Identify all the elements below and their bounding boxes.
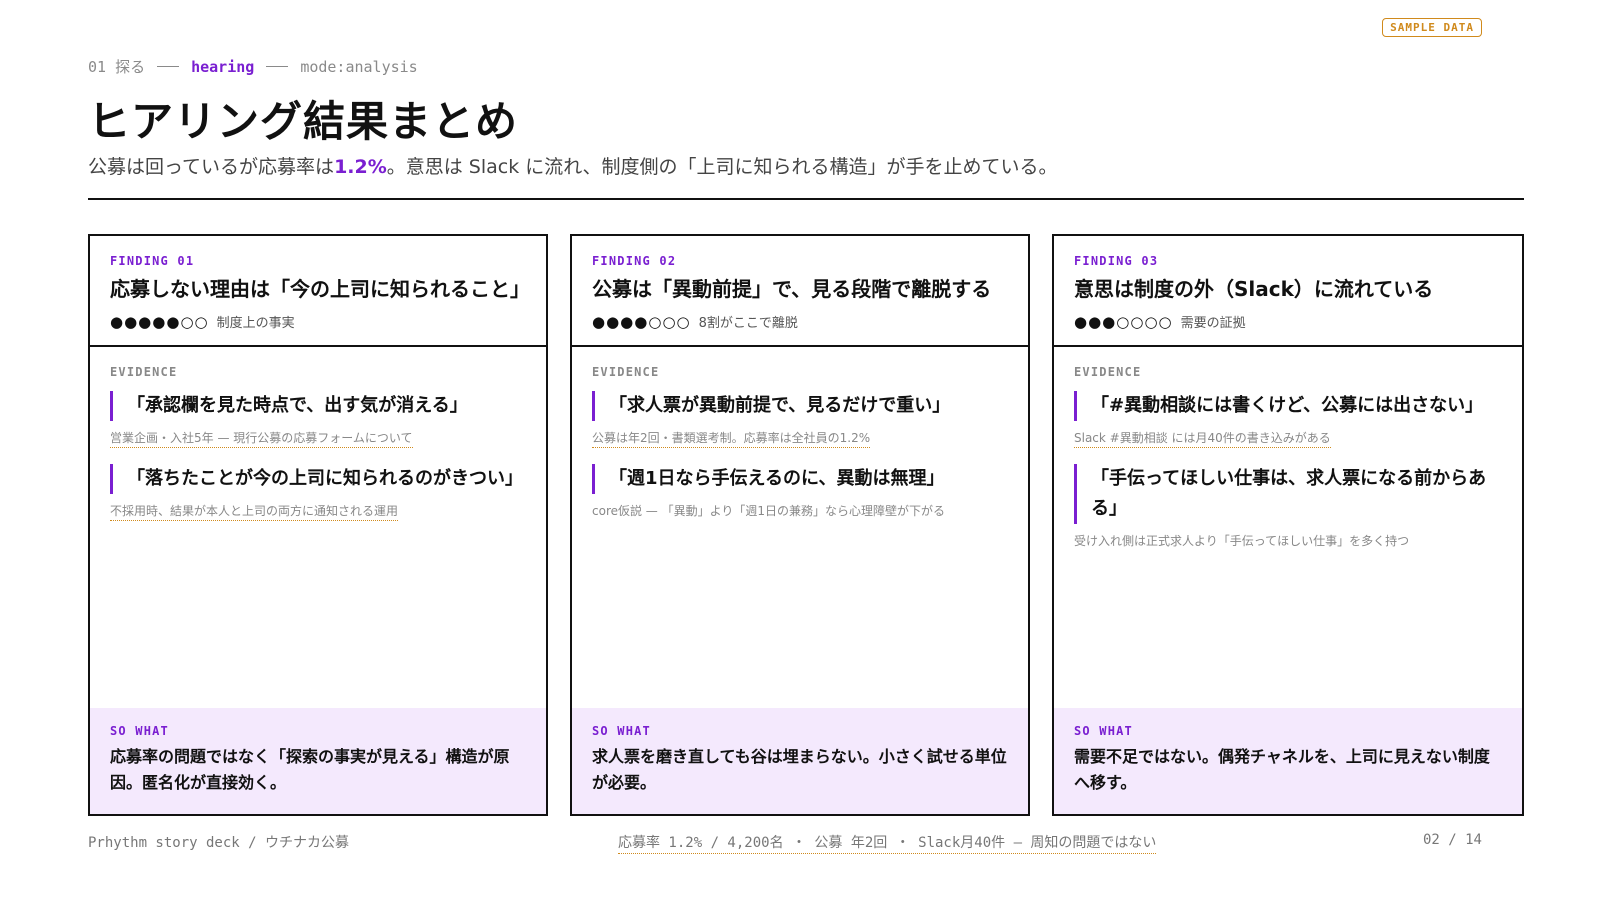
evidence-item: 「承認欄を見た時点で、出す気が消える」 営業企画・入社5年 — 現行公募の応募フ…: [110, 391, 526, 448]
finding-title: 公募は「異動前提」で、見る段階で離脱する: [592, 277, 992, 301]
title-divider: [88, 198, 1524, 200]
breadcrumb-mode: mode:analysis: [300, 57, 418, 76]
lead-text: 公募は回っているが応募率は: [88, 156, 335, 178]
evidence-source[interactable]: 営業企画・入社5年 — 現行公募の応募フォームについて: [110, 429, 413, 448]
finding-header: FINDING 03 意思は制度の外（Slack）に流れている ●●●○○○○ …: [1054, 236, 1522, 347]
finding-header: FINDING 01 応募しない理由は「今の上司に知られること」 ●●●●●○○…: [90, 236, 546, 347]
sample-data-badge: SAMPLE DATA: [1382, 18, 1482, 37]
so-what-label: SO WHAT: [110, 724, 169, 738]
finding-header: FINDING 02 公募は「異動前提」で、見る段階で離脱する ●●●●○○○ …: [572, 236, 1028, 347]
so-what-text: 求人票を磨き直しても谷は埋まらない。小さく試せる単位が必要。: [592, 747, 1007, 792]
evidence-source[interactable]: Slack #異動相談 には月40件の書き込みがある: [1074, 429, 1331, 448]
evidence-label: EVIDENCE: [1074, 365, 1142, 379]
confidence-dots: ●●●○○○○: [1074, 312, 1173, 331]
finding-card: FINDING 03 意思は制度の外（Slack）に流れている ●●●○○○○ …: [1052, 234, 1524, 816]
lead-text: 。意思は Slack に流れ、制度側の「上司に知られる構造」が手を止めている。: [386, 156, 1058, 178]
evidence-label: EVIDENCE: [110, 365, 178, 379]
breadcrumb-step: 01 探る: [88, 58, 146, 76]
footer-summary[interactable]: 応募率 1.2% / 4,200名 ・ 公募 年2回 ・ Slack月40件 —…: [618, 832, 1157, 854]
evidence-label: EVIDENCE: [592, 365, 660, 379]
so-what-section: SO WHAT 求人票を磨き直しても谷は埋まらない。小さく試せる単位が必要。: [572, 708, 1028, 814]
finding-title: 応募しない理由は「今の上司に知られること」: [110, 277, 530, 301]
finding-kicker: FINDING 03: [1074, 254, 1159, 268]
finding-card: FINDING 02 公募は「異動前提」で、見る段階で離脱する ●●●●○○○ …: [570, 234, 1030, 816]
finding-title: 意思は制度の外（Slack）に流れている: [1074, 277, 1434, 301]
confidence-rating: ●●●●●○○ 制度上の事実: [110, 312, 526, 332]
evidence-quote: 「落ちたことが今の上司に知られるのがきつい」: [110, 464, 526, 494]
lead-highlight: 1.2%: [334, 156, 387, 178]
confidence-dots: ●●●●●○○: [110, 312, 209, 331]
finding-kicker: FINDING 02: [592, 254, 677, 268]
page-title: ヒアリング結果まとめ: [88, 97, 519, 146]
finding-kicker: FINDING 01: [110, 254, 195, 268]
evidence-source: 受け入れ側は正式求人より「手伝ってほしい仕事」を多く持つ: [1074, 534, 1410, 548]
confidence-label: 需要の証拠: [1180, 316, 1246, 331]
evidence-item: 「週1日なら手伝えるのに、異動は無理」 core仮説 — 「異動」より「週1日の…: [592, 464, 1008, 519]
so-what-label: SO WHAT: [592, 724, 651, 738]
breadcrumb: 01 探る hearing mode:analysis: [88, 56, 418, 77]
so-what-section: SO WHAT 応募率の問題ではなく「探索の事実が見える」構造が原因。匿名化が直…: [90, 708, 546, 814]
evidence-item: 「手伝ってほしい仕事は、求人票になる前からある」 受け入れ側は正式求人より「手伝…: [1074, 464, 1502, 549]
evidence-section: EVIDENCE 「#異動相談には書くけど、公募には出さない」 Slack #異…: [1054, 347, 1522, 708]
confidence-dots: ●●●●○○○: [592, 312, 691, 331]
so-what-text: 応募率の問題ではなく「探索の事実が見える」構造が原因。匿名化が直接効く。: [110, 747, 510, 792]
page-lead: 公募は回っているが応募率は1.2%。意思は Slack に流れ、制度側の「上司に…: [88, 152, 1057, 179]
evidence-quote: 「週1日なら手伝えるのに、異動は無理」: [592, 464, 1008, 494]
evidence-source[interactable]: 不採用時、結果が本人と上司の両方に通知される運用: [110, 502, 399, 521]
evidence-section: EVIDENCE 「求人票が異動前提で、見るだけで重い」 公募は年2回・書類選考…: [572, 347, 1028, 708]
confidence-label: 制度上の事実: [216, 316, 295, 331]
finding-card: FINDING 01 応募しない理由は「今の上司に知られること」 ●●●●●○○…: [88, 234, 548, 816]
evidence-item: 「落ちたことが今の上司に知られるのがきつい」 不採用時、結果が本人と上司の両方に…: [110, 464, 526, 521]
evidence-quote: 「#異動相談には書くけど、公募には出さない」: [1074, 391, 1502, 421]
breadcrumb-divider: [157, 66, 180, 67]
deck-name: Prhythm story deck / ウチナカ公募: [88, 835, 350, 851]
evidence-section: EVIDENCE 「承認欄を見た時点で、出す気が消える」 営業企画・入社5年 —…: [90, 347, 546, 708]
so-what-text: 需要不足ではない。偶発チャネルを、上司に見えない制度へ移す。: [1074, 747, 1490, 792]
confidence-rating: ●●●●○○○ 8割がここで離脱: [592, 312, 1008, 332]
confidence-label: 8割がここで離脱: [698, 316, 798, 331]
evidence-quote: 「求人票が異動前提で、見るだけで重い」: [592, 391, 1008, 421]
evidence-quote: 「承認欄を見た時点で、出す気が消える」: [110, 391, 526, 421]
breadcrumb-active[interactable]: hearing: [191, 58, 254, 76]
confidence-rating: ●●●○○○○ 需要の証拠: [1074, 312, 1502, 332]
so-what-label: SO WHAT: [1074, 724, 1133, 738]
evidence-item: 「求人票が異動前提で、見るだけで重い」 公募は年2回・書類選考制。応募率は全社員…: [592, 391, 1008, 448]
breadcrumb-divider: [266, 66, 289, 67]
evidence-quote: 「手伝ってほしい仕事は、求人票になる前からある」: [1074, 464, 1502, 524]
evidence-source[interactable]: 公募は年2回・書類選考制。応募率は全社員の1.2%: [592, 429, 871, 448]
so-what-section: SO WHAT 需要不足ではない。偶発チャネルを、上司に見えない制度へ移す。: [1054, 708, 1522, 814]
page-number: 02 / 14: [1422, 832, 1482, 848]
evidence-item: 「#異動相談には書くけど、公募には出さない」 Slack #異動相談 には月40…: [1074, 391, 1502, 448]
evidence-source: core仮説 — 「異動」より「週1日の兼務」なら心理障壁が下がる: [592, 504, 946, 518]
